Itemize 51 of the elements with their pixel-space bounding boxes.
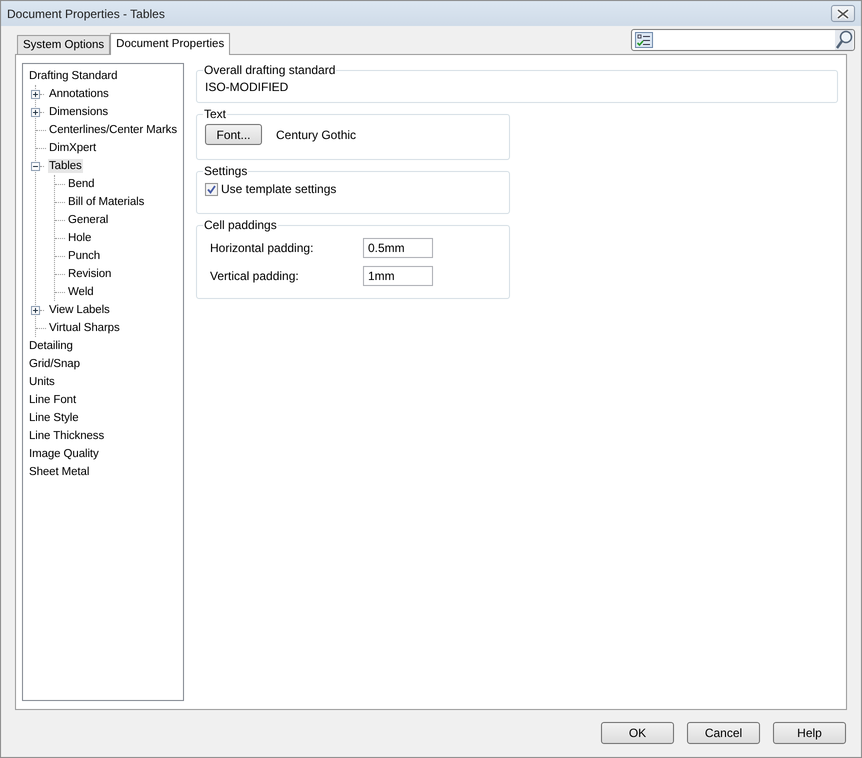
close-icon	[836, 8, 850, 18]
search-icon[interactable]	[835, 30, 853, 50]
close-button[interactable]	[831, 5, 855, 22]
tree-item[interactable]: General	[67, 213, 110, 227]
group-title: Cell paddings	[203, 218, 278, 232]
tab[interactable]: Document Properties	[110, 33, 230, 55]
tree-item[interactable]: Virtual Sharps	[48, 321, 121, 335]
dialog-button[interactable]: Help	[773, 722, 846, 744]
expand-icon[interactable]	[31, 306, 40, 314]
group-title: Text	[203, 107, 228, 121]
expand-icon[interactable]	[31, 108, 40, 116]
tree-item[interactable]: Tables	[48, 159, 83, 173]
tree-item[interactable]: Bend	[67, 177, 96, 191]
dialog-button[interactable]: OK	[601, 722, 674, 744]
tree-item[interactable]: Weld	[67, 285, 95, 299]
search-field[interactable]	[631, 29, 855, 51]
field-label: Horizontal padding:	[210, 241, 314, 255]
tree-item[interactable]: DimXpert	[48, 141, 98, 155]
tree-item[interactable]: Units	[28, 375, 56, 389]
tree-item[interactable]: Revision	[67, 267, 112, 281]
tree-item[interactable]: Line Style	[28, 411, 80, 425]
collapse-icon[interactable]	[31, 162, 40, 170]
tree-item[interactable]: Line Thickness	[28, 429, 106, 443]
tree-item[interactable]: View Labels	[48, 303, 111, 317]
window-title: Document Properties - Tables	[7, 6, 165, 20]
checkbox[interactable]	[205, 182, 218, 196]
checklist-icon	[635, 32, 653, 48]
checkbox-label: Use template settings	[221, 182, 336, 196]
expand-icon[interactable]	[31, 90, 40, 98]
group-title: Overall drafting standard	[203, 63, 336, 77]
tree-item[interactable]: Bill of Materials	[67, 195, 146, 209]
tree-item[interactable]: Drafting Standard	[28, 69, 118, 83]
tree-item[interactable]: Line Font	[28, 393, 78, 407]
input-field[interactable]: 1mm	[363, 266, 433, 286]
tree-item[interactable]: Sheet Metal	[28, 465, 90, 479]
tree-item[interactable]: Image Quality	[28, 447, 100, 461]
tree-item[interactable]: Hole	[67, 231, 92, 245]
input-field[interactable]: 0.5mm	[363, 238, 433, 258]
font-button[interactable]: Font...	[205, 124, 262, 145]
standard-value: ISO-MODIFIED	[205, 79, 288, 96]
font-name: Century Gothic	[276, 128, 356, 142]
tab[interactable]: System Options	[17, 35, 110, 54]
tree-item[interactable]: Grid/Snap	[28, 357, 81, 371]
tree-item[interactable]: Punch	[67, 249, 102, 263]
tree-item[interactable]: Annotations	[48, 87, 110, 101]
group-title: Settings	[203, 164, 248, 178]
dialog-button[interactable]: Cancel	[687, 722, 760, 744]
tree-item[interactable]: Dimensions	[48, 105, 110, 119]
field-label: Vertical padding:	[210, 269, 300, 283]
tree-item[interactable]: Centerlines/Center Marks	[48, 123, 178, 137]
tree-item[interactable]: Detailing	[28, 339, 74, 353]
